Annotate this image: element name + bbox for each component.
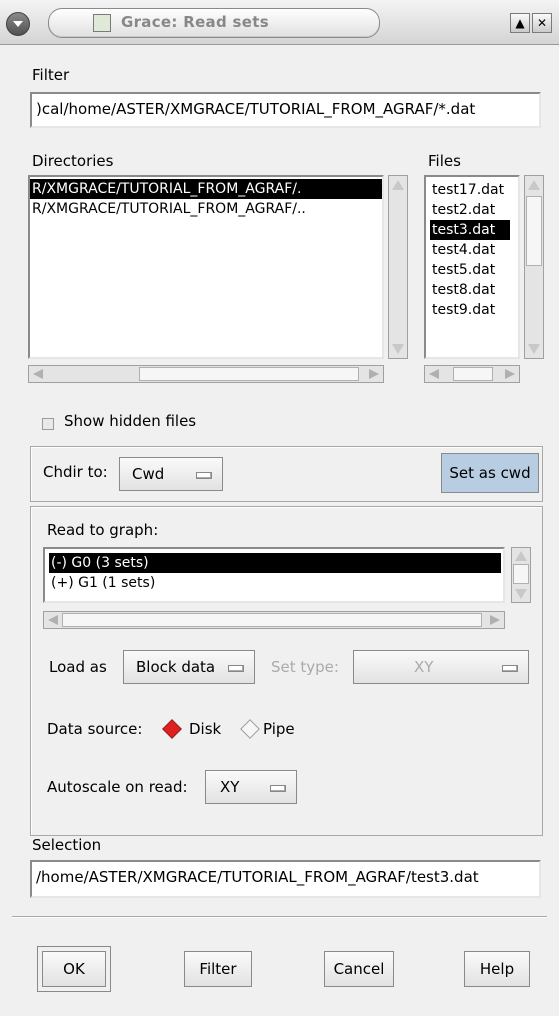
chdir-dropdown[interactable]: Cwd <box>119 457 223 491</box>
pipe-radio-label: Pipe <box>263 720 295 738</box>
load-as-value: Block data <box>136 658 216 676</box>
file-item[interactable]: test17.dat <box>426 180 518 200</box>
chdir-label: Chdir to: <box>43 463 108 481</box>
scroll-thumb[interactable] <box>139 367 359 381</box>
scroll-down-icon[interactable] <box>392 344 404 354</box>
read-sets-window: Grace: Read sets ▲ ✕ Filter )cal/home/AS… <box>0 0 559 1016</box>
cancel-button[interactable]: Cancel <box>324 951 394 987</box>
maximize-icon[interactable]: ▲ <box>510 13 530 33</box>
ok-button[interactable]: OK <box>42 951 106 987</box>
file-item[interactable]: test8.dat <box>426 280 518 300</box>
files-list[interactable]: test17.dat test2.dat test3.dat test4.dat… <box>424 175 520 359</box>
chdir-value: Cwd <box>132 465 165 483</box>
set-type-dropdown: XY <box>353 650 529 684</box>
window-menu-icon[interactable] <box>6 12 30 36</box>
dropdown-indicator-icon <box>270 785 286 792</box>
scroll-thumb[interactable] <box>513 564 529 584</box>
directories-vscroll[interactable] <box>388 175 408 359</box>
graph-item[interactable]: (-) G0 (3 sets) <box>49 553 501 573</box>
scroll-right-icon[interactable] <box>505 369 515 379</box>
dropdown-indicator-icon <box>196 472 212 479</box>
scroll-up-icon[interactable] <box>392 180 404 190</box>
pipe-radio[interactable] <box>240 719 260 739</box>
graph-vscroll[interactable] <box>511 547 531 603</box>
set-type-value: XY <box>414 658 434 676</box>
scroll-right-icon[interactable] <box>369 369 379 379</box>
title-pill: Grace: Read sets <box>48 8 380 38</box>
directory-item[interactable]: R/XMGRACE/TUTORIAL_FROM_AGRAF/.. <box>30 199 382 219</box>
files-hscroll[interactable] <box>424 365 520 383</box>
file-item[interactable]: test5.dat <box>426 260 518 280</box>
read-to-graph-label: Read to graph: <box>47 521 159 539</box>
title-bar[interactable]: Grace: Read sets ▲ ✕ <box>0 0 559 45</box>
scroll-down-icon[interactable] <box>515 589 527 599</box>
scroll-thumb[interactable] <box>62 613 482 627</box>
graph-hscroll[interactable] <box>43 611 505 629</box>
directory-item[interactable]: R/XMGRACE/TUTORIAL_FROM_AGRAF/. <box>30 179 382 199</box>
dropdown-indicator-icon <box>502 665 518 672</box>
file-item[interactable]: test9.dat <box>426 300 518 320</box>
file-item[interactable]: test4.dat <box>426 240 518 260</box>
graph-list[interactable]: (-) G0 (3 sets) (+) G1 (1 sets) <box>43 547 505 603</box>
disk-radio[interactable] <box>162 719 182 739</box>
files-label: Files <box>428 152 461 170</box>
filter-button[interactable]: Filter <box>184 951 252 987</box>
window-title: Grace: Read sets <box>121 13 269 31</box>
scroll-up-icon[interactable] <box>528 180 540 190</box>
scroll-thumb[interactable] <box>453 367 493 381</box>
show-hidden-checkbox[interactable] <box>42 418 54 430</box>
app-icon <box>93 14 111 32</box>
selection-label: Selection <box>32 836 102 854</box>
scroll-left-icon[interactable] <box>48 615 58 625</box>
autoscale-dropdown[interactable]: XY <box>205 770 297 804</box>
set-as-cwd-button[interactable]: Set as cwd <box>441 453 539 493</box>
set-type-label: Set type: <box>271 658 339 676</box>
scroll-up-icon[interactable] <box>515 551 527 561</box>
scroll-right-icon[interactable] <box>490 615 500 625</box>
show-hidden-label: Show hidden files <box>64 412 197 430</box>
directories-hscroll[interactable] <box>28 365 384 383</box>
separator <box>12 916 547 918</box>
data-source-label: Data source: <box>47 720 143 738</box>
directories-list[interactable]: R/XMGRACE/TUTORIAL_FROM_AGRAF/. R/XMGRAC… <box>28 175 384 359</box>
autoscale-label: Autoscale on read: <box>47 778 188 796</box>
scroll-down-icon[interactable] <box>528 344 540 354</box>
scroll-left-icon[interactable] <box>429 369 439 379</box>
graph-item[interactable]: (+) G1 (1 sets) <box>49 573 503 593</box>
chdir-frame: Chdir to: Cwd Set as cwd <box>30 446 543 502</box>
load-as-dropdown[interactable]: Block data <box>123 650 255 684</box>
filter-input[interactable]: )cal/home/ASTER/XMGRACE/TUTORIAL_FROM_AG… <box>30 92 541 128</box>
dropdown-indicator-icon <box>228 665 244 672</box>
load-as-label: Load as <box>49 658 107 676</box>
dialog-body: Filter )cal/home/ASTER/XMGRACE/TUTORIAL_… <box>0 45 559 1016</box>
scroll-thumb[interactable] <box>526 196 542 266</box>
selection-input[interactable]: /home/ASTER/XMGRACE/TUTORIAL_FROM_AGRAF/… <box>30 860 541 898</box>
disk-radio-label: Disk <box>189 720 222 738</box>
close-icon[interactable]: ✕ <box>532 13 552 33</box>
directories-label: Directories <box>32 152 114 170</box>
read-options-frame: Read to graph: (-) G0 (3 sets) (+) G1 (1… <box>30 506 543 836</box>
file-item[interactable]: test2.dat <box>426 200 518 220</box>
help-button[interactable]: Help <box>464 951 530 987</box>
file-item[interactable]: test3.dat <box>430 220 510 240</box>
files-vscroll[interactable] <box>524 175 544 359</box>
filter-label: Filter <box>32 66 70 84</box>
autoscale-value: XY <box>220 778 240 796</box>
scroll-left-icon[interactable] <box>33 369 43 379</box>
